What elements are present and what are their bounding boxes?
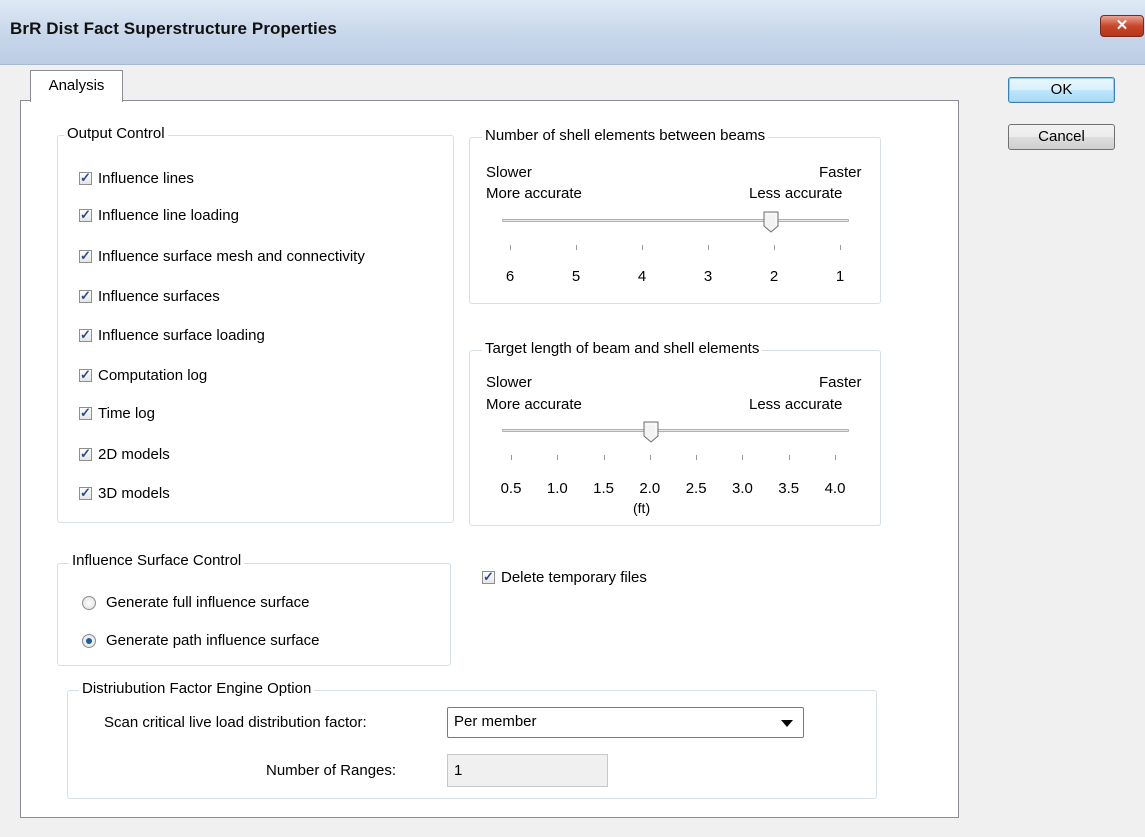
ok-button-label: OK [1050,81,1073,98]
checkbox-box: ✓ [79,367,92,382]
delete-temp-label: Delete temporary files [501,569,647,586]
checkbox-box: ✓ [79,248,92,263]
checkbox-box: ✓ [79,207,92,222]
radio-full-label: Generate full influence surface [106,594,310,611]
radio-selected-dot [86,638,92,644]
slider-tick-label: 3.5 [778,480,800,497]
slider-tick-label: 6 [505,268,515,285]
target-faster-label: Faster [819,374,862,391]
radio-path-label: Generate path influence surface [106,632,320,649]
tab-analysis-label: Analysis [48,77,105,94]
check-icon: ✓ [80,446,91,461]
output-checkbox-label: Influence surface loading [98,327,265,344]
radio-full-circle [82,596,96,610]
shell-more-accurate-label: More accurate [486,185,582,202]
output-checkbox-label: Influence surface mesh and connectivity [98,248,365,265]
close-button[interactable]: ✕ [1100,15,1144,37]
slider-tick [788,455,790,460]
slider-tick-label: 2.5 [685,480,707,497]
title-bar: BrR Dist Fact Superstructure Properties … [0,0,1145,65]
slider-tick [642,245,643,250]
shell-slider-thumb[interactable] [763,211,779,233]
scan-critical-label: Scan critical live load distribution fac… [104,714,367,731]
slider-tick-label: 5 [571,268,581,285]
slider-tick [576,245,577,250]
df-engine-label: Distriubution Factor Engine Option [79,680,315,697]
target-length-label: Target length of beam and shell elements [482,340,763,357]
checkbox-box: ✓ [79,327,92,342]
checkbox-box: ✓ [79,405,92,420]
checkbox-box: ✓ [79,485,92,500]
slider-tick-label: 1.0 [546,480,568,497]
check-icon: ✓ [80,170,91,185]
output-checkbox-label: Influence surfaces [98,288,220,305]
slider-tick-label: 4 [637,268,647,285]
number-of-ranges-value: 1 [454,762,463,779]
scan-critical-value: Per member [454,713,537,730]
check-icon: ✓ [80,367,91,382]
check-icon: ✓ [80,207,91,222]
checkbox-box: ✓ [79,446,92,461]
output-checkbox-label: Influence line loading [98,207,239,224]
target-slider-thumb[interactable] [643,421,659,443]
shell-less-accurate-label: Less accurate [749,185,843,202]
shell-slower-label: Slower [486,164,532,181]
slider-tick [649,455,651,460]
shell-elements-label: Number of shell elements between beams [482,127,769,144]
delete-temp-box: ✓ [482,569,495,584]
output-checkbox-label: 3D models [98,485,170,502]
slider-tick-label: 0.5 [500,480,522,497]
influence-surface-group [57,563,451,666]
window-title: BrR Dist Fact Superstructure Properties [10,19,337,38]
number-of-ranges-label: Number of Ranges: [266,762,397,779]
slider-tick-label: 3 [703,268,713,285]
output-control-label: Output Control [64,125,168,142]
scan-critical-select[interactable]: Per member [447,707,804,738]
slider-tick [511,455,512,460]
output-checkbox-label: Time log [98,405,155,422]
slider-tick [557,455,559,460]
radio-path-circle [82,634,96,648]
slider-tick [510,245,511,250]
slider-tick [840,245,841,250]
slider-tick-label: 1 [835,268,845,285]
slider-tick [835,455,836,460]
output-checkbox-label: 2D models [98,446,170,463]
slider-tick-label: 2.0 [639,480,661,497]
check-icon: ✓ [80,248,91,263]
target-more-accurate-label: More accurate [486,396,582,413]
check-icon: ✓ [80,485,91,500]
slider-tick-label: 3.0 [731,480,753,497]
cancel-button[interactable]: Cancel [1008,124,1115,150]
slider-tick [708,245,709,250]
slider-tick [696,455,698,460]
check-icon: ✓ [80,405,91,420]
tab-analysis[interactable]: Analysis [30,70,123,102]
checkbox-box: ✓ [79,170,92,185]
target-slower-label: Slower [486,374,532,391]
output-checkbox-label: Influence lines [98,170,194,187]
slider-tick-label: 4.0 [824,480,846,497]
slider-tick-label: 1.5 [593,480,614,497]
target-less-accurate-label: Less accurate [749,396,843,413]
target-unit-label: (ft) [633,500,651,516]
slider-tick [603,455,605,460]
check-icon: ✓ [80,327,91,342]
output-checkbox-label: Computation log [98,367,208,384]
checkbox-box: ✓ [79,288,92,303]
slider-tick [742,455,744,460]
close-icon: ✕ [1115,17,1129,34]
ok-button[interactable]: OK [1008,77,1115,103]
shell-slider-track[interactable] [502,219,849,222]
check-icon: ✓ [80,288,91,303]
chevron-down-icon [781,720,793,727]
cancel-button-label: Cancel [1038,128,1085,145]
shell-faster-label: Faster [819,164,862,181]
target-slider-track[interactable] [502,429,849,432]
slider-tick-label: 2 [769,268,779,285]
influence-surface-label: Influence Surface Control [69,552,245,569]
slider-tick [774,245,775,250]
check-icon: ✓ [483,569,494,584]
number-of-ranges-input[interactable]: 1 [447,754,608,787]
